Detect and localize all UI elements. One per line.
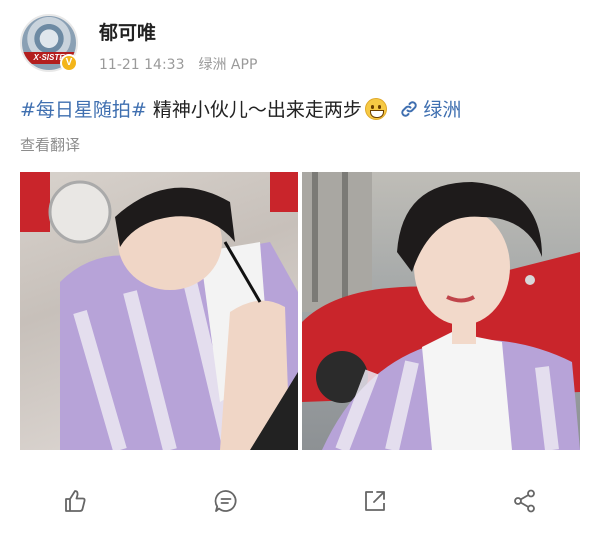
thumbs-up-icon bbox=[65, 490, 86, 512]
action-bar bbox=[0, 476, 600, 526]
photo-1-illustration bbox=[20, 172, 298, 450]
post-meta: 11-21 14:33 绿洲 APP bbox=[99, 54, 257, 74]
translate-button[interactable]: 查看翻译 bbox=[20, 134, 80, 155]
post-text: #每日星随拍# 精神小伙儿～出来走两步 绿洲 bbox=[20, 96, 580, 125]
comment-button[interactable] bbox=[211, 486, 241, 516]
like-button[interactable] bbox=[60, 486, 90, 516]
share-icon bbox=[514, 489, 535, 513]
grin-emoji-icon bbox=[364, 98, 387, 120]
post-timestamp: 11-21 14:33 bbox=[99, 57, 185, 73]
repost-icon bbox=[365, 491, 385, 511]
share-button[interactable] bbox=[510, 486, 540, 516]
photo-grid bbox=[20, 172, 580, 450]
post-header: X·SISTE V 郁可唯 11-21 14:33 绿洲 APP bbox=[20, 14, 580, 78]
photo-1[interactable] bbox=[20, 172, 298, 450]
topic-hashtag[interactable]: #每日星随拍# bbox=[20, 99, 147, 121]
oasis-link[interactable]: 绿洲 bbox=[423, 99, 461, 121]
post-body-text: 精神小伙儿～出来走两步 bbox=[146, 99, 362, 121]
post-source: 绿洲 APP bbox=[198, 57, 258, 73]
verified-badge-icon: V bbox=[60, 54, 78, 72]
photo-2[interactable] bbox=[302, 172, 580, 450]
username[interactable]: 郁可唯 bbox=[99, 18, 156, 45]
comment-icon bbox=[214, 490, 237, 512]
repost-button[interactable] bbox=[360, 486, 390, 516]
link-icon[interactable] bbox=[394, 100, 423, 121]
photo-2-illustration bbox=[302, 172, 580, 450]
